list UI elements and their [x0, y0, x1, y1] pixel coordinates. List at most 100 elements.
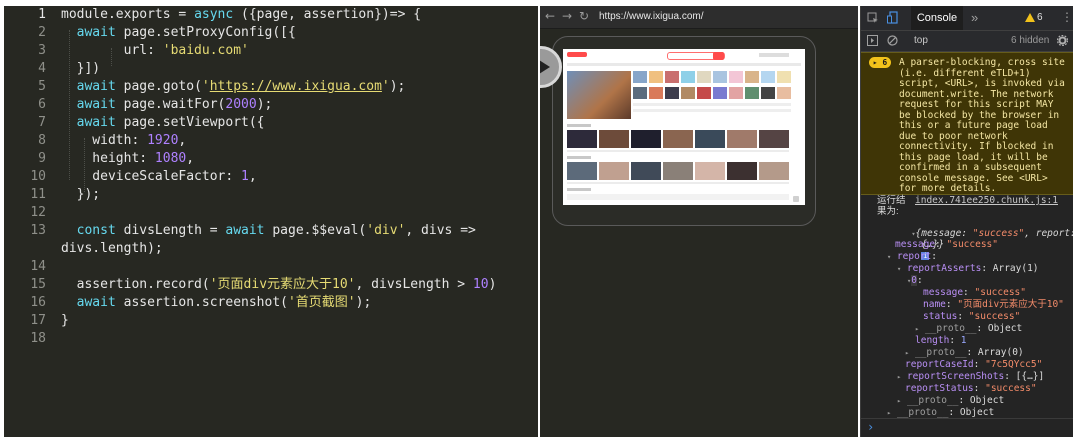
settings-gear-icon[interactable]	[1057, 35, 1068, 46]
code-token: height:	[61, 151, 155, 166]
line-number: 6	[38, 97, 46, 112]
code-token: async	[194, 7, 234, 22]
code-token: '页面div元素应大于10'	[209, 277, 356, 292]
console-toolbar: top 6 hidden	[861, 31, 1073, 52]
code-line[interactable]: 5 await page.goto('https://www.ixigua.co…	[4, 78, 538, 96]
code-line[interactable]: 12	[4, 204, 538, 222]
code-token: page.$$eval(	[264, 223, 367, 238]
line-number: 7	[38, 115, 46, 130]
sidebar-toggle-icon[interactable]	[867, 35, 878, 46]
code-line[interactable]: divs.length);	[4, 240, 538, 258]
code-token: await	[61, 25, 116, 40]
code-line[interactable]: 16 await assertion.screenshot('首页截图');	[4, 294, 538, 312]
code-line[interactable]: 6 await page.waitFor(2000);	[4, 96, 538, 114]
clear-console-icon[interactable]	[887, 35, 898, 46]
warning-text-line: this or a future page load	[899, 120, 1048, 131]
code-token: await	[61, 97, 116, 112]
site-nav-bar	[567, 63, 801, 66]
code-text: url: 'baidu.com'	[61, 42, 249, 60]
device-toolbar-icon[interactable]	[887, 11, 899, 24]
line-number: 10	[30, 169, 46, 184]
hero-banner	[567, 71, 631, 119]
console-prompt[interactable]: ›	[861, 418, 1073, 437]
code-token: 2000	[225, 97, 257, 112]
browser-preview: ← → ↻ https://www.ixigua.com/	[540, 6, 858, 437]
code-token: );	[389, 79, 406, 94]
code-token: ,	[186, 151, 195, 166]
code-token: 'baidu.com'	[162, 43, 249, 58]
tab-console[interactable]: Console	[911, 6, 963, 30]
hidden-count[interactable]: 6 hidden	[1011, 35, 1049, 46]
code-text: await page.setViewport({	[61, 114, 265, 132]
code-token: );	[355, 295, 372, 310]
code-token: page.goto(	[115, 79, 202, 94]
code-token: });	[61, 187, 101, 202]
warning-text-line: A parser-blocking, cross site	[899, 57, 1065, 68]
code-token: , divs =>	[405, 223, 476, 238]
devtools-panel: Console » 6 ⋮ top 6 hidden ▸ 6 A parser-…	[860, 6, 1073, 437]
code-text: height: 1080,	[61, 150, 194, 168]
item-proto[interactable]: ▸ __proto__: Object	[915, 323, 1022, 335]
code-token: divsLength =	[115, 223, 226, 238]
inspect-element-icon[interactable]	[867, 12, 879, 24]
code-line[interactable]: 15 assertion.record('页面div元素应大于10', divs…	[4, 276, 538, 294]
array-length: length: 1	[915, 335, 967, 346]
prop-reportAsserts[interactable]: ▾ reportAsserts: Array(1)	[897, 263, 1039, 275]
code-token: ,	[178, 133, 187, 148]
code-token: page.waitFor(	[115, 97, 226, 112]
code-line[interactable]: 7 await page.setViewport({	[4, 114, 538, 132]
code-token: await	[61, 295, 116, 310]
code-text: divs.length);	[61, 240, 163, 258]
back-button[interactable]: ←	[545, 9, 555, 23]
console-warning-message[interactable]: ▸ 6 A parser-blocking, cross site (i.e. d…	[861, 52, 1073, 195]
code-line[interactable]: 3 url: 'baidu.com'	[4, 42, 538, 60]
code-token: '	[381, 79, 390, 94]
reload-button[interactable]: ↻	[579, 9, 589, 23]
code-line[interactable]: 8 width: 1920,	[4, 132, 538, 150]
code-line[interactable]: 1 module.exports = async ({page, assertio…	[4, 6, 538, 24]
array-index-0[interactable]: ▾0:	[907, 275, 923, 287]
item-status: status: "success"	[923, 311, 1021, 322]
prop-report[interactable]: ▾ report:	[887, 251, 937, 263]
more-tabs-button[interactable]: »	[971, 10, 978, 25]
code-text: assertion.record('页面div元素应大于10', divsLen…	[61, 276, 497, 294]
array-proto[interactable]: ▸ __proto__: Array(0)	[905, 347, 1024, 359]
forward-button[interactable]: →	[562, 9, 572, 23]
log-prefix: 运行结	[877, 195, 906, 206]
warning-count-badge[interactable]: ▸ 6	[869, 57, 891, 68]
code-line[interactable]: 9 height: 1080,	[4, 150, 538, 168]
log-source-link[interactable]: index.741ee250.chunk.js:1	[915, 195, 1058, 206]
url-text[interactable]: https://www.ixigua.com/	[599, 11, 703, 22]
code-line[interactable]: 13 const divsLength = await page.$$eval(…	[4, 222, 538, 240]
code-line[interactable]: 10 deviceScaleFactor: 1,	[4, 168, 538, 186]
code-line[interactable]: 2 await page.setProxyConfig([{	[4, 24, 538, 42]
code-text: const divsLength = await page.$$eval('di…	[61, 222, 476, 240]
code-token: '	[201, 79, 210, 94]
code-line[interactable]: 18	[4, 330, 538, 348]
code-line[interactable]: 14	[4, 258, 538, 276]
prop-reportStatus: reportStatus: "success"	[905, 383, 1037, 394]
prop-reportScreenShots[interactable]: ▸ reportScreenShots: [{…}]	[897, 371, 1044, 383]
prop-message: message: "success"	[895, 239, 998, 250]
code-token: 'div'	[366, 223, 406, 238]
code-token: https://www.ixigua.com	[209, 79, 382, 94]
code-text: module.exports = async ({page, assertion…	[61, 6, 421, 24]
line-number: 13	[30, 223, 46, 238]
line-number: 12	[30, 205, 46, 220]
context-selector[interactable]: top	[914, 35, 928, 46]
line-number: 5	[38, 79, 46, 94]
code-token: await	[61, 79, 116, 94]
code-token: page.setProxyConfig([{	[115, 25, 296, 40]
code-line[interactable]: 11 });	[4, 186, 538, 204]
warning-text-line: script, <URL>, is invoked via	[899, 78, 1065, 89]
log-result-label: 果为:	[877, 206, 899, 217]
kebab-menu-icon[interactable]: ⋮	[1061, 10, 1073, 24]
code-token: deviceScaleFactor:	[61, 169, 242, 184]
code-token: 1080	[154, 151, 187, 166]
report-proto[interactable]: ▸ __proto__: Object	[897, 395, 1004, 407]
line-number: 1	[38, 7, 46, 22]
code-token: , divsLength >	[355, 277, 473, 292]
code-line[interactable]: 4 }])	[4, 60, 538, 78]
code-line[interactable]: 17}	[4, 312, 538, 330]
code-editor[interactable]: 1 module.exports = async ({page, assertio…	[4, 6, 538, 437]
